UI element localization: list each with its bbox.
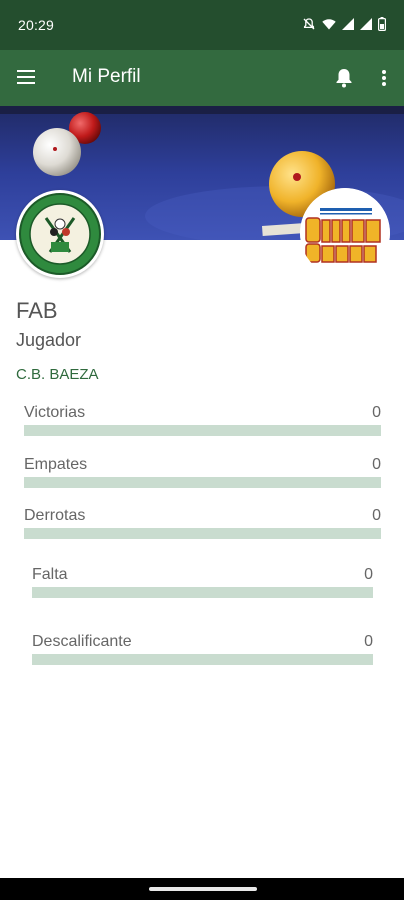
stat-value: 0 [372,456,381,473]
system-nav-bar [0,878,404,900]
profile-name: FAB [16,298,58,323]
signal-icon [342,18,354,30]
home-gesture-handle[interactable] [149,887,257,891]
stat-label: Falta [32,566,68,583]
stat-value: 0 [372,404,381,421]
stat-label: Derrotas [24,507,86,524]
profile-role: Jugador [16,330,82,350]
avatar [16,190,104,278]
stat-label: Descalificante [32,633,132,650]
stat-progress-bar [32,654,373,665]
federation-emblem-icon [19,193,101,275]
page-title: Mi Perfil [72,66,141,87]
stat-value: 0 [364,633,373,650]
stat-progress-bar [24,528,381,539]
status-icons [302,17,386,31]
status-bar: 20:29 [0,0,404,50]
stat-value: 0 [364,566,373,583]
club-logo [300,188,390,278]
notifications-off-icon [303,18,315,30]
stat-label: Victorias [24,404,86,421]
stat-progress-bar [32,587,373,598]
app-bar: Mi Perfil [0,50,404,106]
stat-progress-bar [24,425,381,436]
hamburger-menu-icon[interactable] [16,67,40,89]
bell-icon[interactable] [332,66,356,90]
stat-progress-bar [24,477,381,488]
battery-icon [378,17,386,31]
stat-value: 0 [372,507,381,524]
status-time: 20:29 [18,17,55,33]
club-logo-image [300,188,390,278]
wifi-icon [322,19,336,30]
signal-icon [360,18,372,30]
stat-label: Empates [24,456,88,473]
more-vert-icon[interactable] [378,66,390,90]
profile-club: C.B. BAEZA [16,366,99,383]
